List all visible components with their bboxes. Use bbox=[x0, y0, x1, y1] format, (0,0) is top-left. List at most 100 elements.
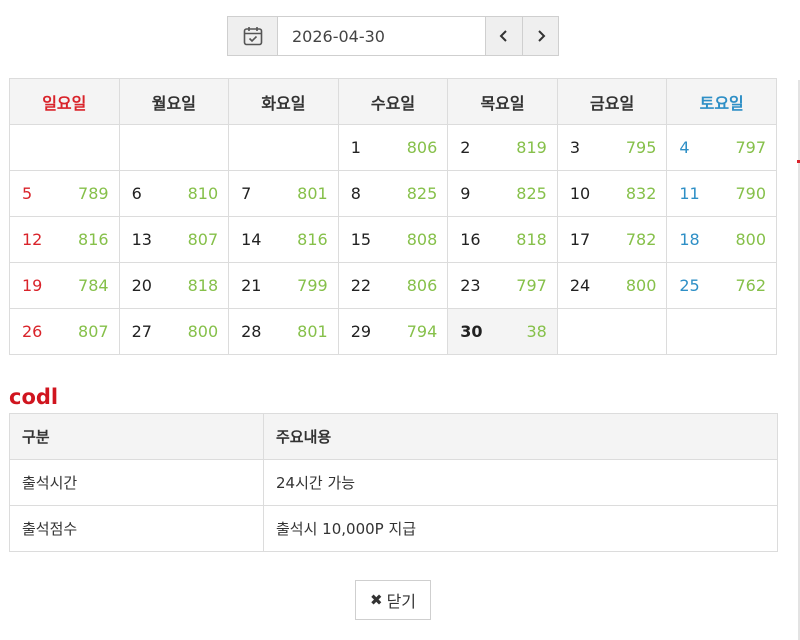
attendance-count: 801 bbox=[297, 322, 328, 341]
calendar-day-cell: 15 808 bbox=[337, 216, 449, 263]
close-button[interactable]: ✖ 닫기 bbox=[355, 580, 431, 620]
info-cell-content: 출석시 10,000P 지급 bbox=[263, 505, 778, 552]
date-picker bbox=[227, 16, 559, 56]
calendar-day-number: 7 bbox=[241, 184, 252, 203]
calendar-week-row: 26 807 27 800 28 801 29 794 30 38 bbox=[9, 308, 777, 355]
weekday-wednesday: 수요일 bbox=[337, 78, 449, 125]
calendar-empty-cell bbox=[9, 124, 120, 171]
attendance-count: 807 bbox=[187, 230, 219, 249]
weekday-tuesday: 화요일 bbox=[228, 78, 339, 125]
calendar-day-cell: 6 810 bbox=[118, 170, 230, 217]
weekday-friday: 금요일 bbox=[556, 78, 668, 125]
date-input[interactable] bbox=[278, 17, 486, 55]
info-cell-content: 24시간 가능 bbox=[263, 459, 778, 506]
chevron-right-icon bbox=[537, 30, 545, 42]
calendar-day-number: 6 bbox=[131, 184, 142, 203]
calendar-empty-cell bbox=[666, 308, 777, 355]
calendar-button[interactable] bbox=[228, 17, 278, 55]
calendar-day-number: 24 bbox=[569, 276, 591, 295]
next-month-button[interactable] bbox=[522, 17, 558, 55]
attendance-count: 790 bbox=[735, 184, 766, 203]
calendar-day-number: 1 bbox=[350, 138, 361, 157]
calendar-day-number: 5 bbox=[22, 184, 33, 203]
info-header-content: 주요내용 bbox=[263, 413, 778, 460]
attendance-count: 800 bbox=[625, 276, 657, 295]
calendar-day-number: 21 bbox=[241, 276, 262, 295]
weekday-thursday: 목요일 bbox=[447, 78, 558, 125]
calendar-day-number: 22 bbox=[350, 276, 372, 295]
calendar-day-number: 20 bbox=[131, 276, 152, 295]
weekday-saturday: 토요일 bbox=[666, 78, 777, 125]
weekday-sunday: 일요일 bbox=[9, 78, 120, 125]
attendance-count: 797 bbox=[516, 276, 547, 295]
table-row: 출석시간 24시간 가능 bbox=[9, 459, 778, 506]
attendance-count: 789 bbox=[78, 184, 109, 203]
calendar-day-number: 14 bbox=[241, 230, 262, 249]
attendance-calendar: 일요일 월요일 화요일 수요일 목요일 금요일 토요일 1 806 2 819 3 795… bbox=[9, 78, 777, 355]
calendar-day-number: 13 bbox=[131, 230, 152, 249]
attendance-count: 799 bbox=[297, 276, 328, 295]
calendar-day-number: 8 bbox=[350, 184, 361, 203]
info-header-category: 구분 bbox=[9, 413, 264, 460]
section-title: codl bbox=[9, 385, 59, 409]
calendar-day-cell: 5 789 bbox=[9, 170, 120, 217]
calendar-day-number: 27 bbox=[131, 322, 152, 341]
calendar-day-number: 18 bbox=[679, 230, 700, 249]
calendar-day-number: 28 bbox=[241, 322, 262, 341]
attendance-count: 825 bbox=[406, 184, 438, 203]
calendar-day-number: 9 bbox=[460, 184, 471, 203]
attendance-count: 818 bbox=[187, 276, 219, 295]
calendar-day-number: 3 bbox=[569, 138, 580, 157]
calendar-week-row: 5 789 6 810 7 801 8 825 9 825 10 832 11 790 bbox=[9, 170, 777, 217]
attendance-count: 800 bbox=[735, 230, 766, 249]
calendar-day-cell: 16 818 bbox=[447, 216, 558, 263]
calendar-day-number: 25 bbox=[679, 276, 700, 295]
attendance-count: 795 bbox=[625, 138, 657, 157]
calendar-day-cell: 2 819 bbox=[447, 124, 558, 171]
calendar-day-cell: 12 816 bbox=[9, 216, 120, 263]
attendance-count: 810 bbox=[187, 184, 219, 203]
calendar-check-icon bbox=[243, 27, 262, 46]
calendar-empty-cell bbox=[118, 124, 230, 171]
calendar-day-number: 11 bbox=[679, 184, 700, 203]
calendar-day-cell: 14 816 bbox=[228, 216, 339, 263]
chevron-left-icon bbox=[499, 30, 507, 42]
attendance-count: 819 bbox=[516, 138, 547, 157]
attendance-count: 832 bbox=[625, 184, 657, 203]
info-cell-category: 출석점수 bbox=[9, 505, 264, 552]
attendance-count: 784 bbox=[78, 276, 109, 295]
attendance-count: 806 bbox=[406, 276, 438, 295]
calendar-day-number: 12 bbox=[22, 230, 43, 249]
info-cell-category: 출석시간 bbox=[9, 459, 264, 506]
calendar-day-cell: 21 799 bbox=[228, 262, 339, 309]
attendance-count: 808 bbox=[406, 230, 438, 249]
calendar-day-cell: 10 832 bbox=[556, 170, 668, 217]
calendar-day-cell: 3 795 bbox=[556, 124, 668, 171]
calendar-day-cell: 25 762 bbox=[666, 262, 777, 309]
calendar-day-cell: 17 782 bbox=[556, 216, 668, 263]
calendar-day-cell: 23 797 bbox=[447, 262, 558, 309]
calendar-day-cell: 27 800 bbox=[118, 308, 230, 355]
calendar-day-number: 30 bbox=[460, 322, 483, 341]
calendar-empty-cell bbox=[228, 124, 339, 171]
calendar-day-number: 16 bbox=[460, 230, 481, 249]
calendar-day-number: 17 bbox=[569, 230, 591, 249]
attendance-count: 806 bbox=[406, 138, 438, 157]
calendar-week-row: 12 816 13 807 14 816 15 808 16 818 17 782 18 800 bbox=[9, 216, 777, 263]
calendar-day-cell: 30 38 bbox=[447, 308, 558, 355]
attendance-count: 38 bbox=[526, 322, 547, 341]
calendar-empty-cell bbox=[556, 308, 668, 355]
attendance-count: 801 bbox=[297, 184, 328, 203]
calendar-day-cell: 24 800 bbox=[556, 262, 668, 309]
attendance-count: 825 bbox=[516, 184, 547, 203]
calendar-day-cell: 9 825 bbox=[447, 170, 558, 217]
prev-month-button[interactable] bbox=[486, 17, 522, 55]
calendar-day-cell: 11 790 bbox=[666, 170, 777, 217]
calendar-day-number: 10 bbox=[569, 184, 591, 203]
table-row: 출석점수 출석시 10,000P 지급 bbox=[9, 505, 778, 552]
calendar-day-number: 4 bbox=[679, 138, 690, 157]
calendar-day-number: 26 bbox=[22, 322, 43, 341]
attendance-count: 762 bbox=[735, 276, 766, 295]
calendar-day-cell: 18 800 bbox=[666, 216, 777, 263]
calendar-week-row: 19 784 20 818 21 799 22 806 23 797 24 800 25 762 bbox=[9, 262, 777, 309]
